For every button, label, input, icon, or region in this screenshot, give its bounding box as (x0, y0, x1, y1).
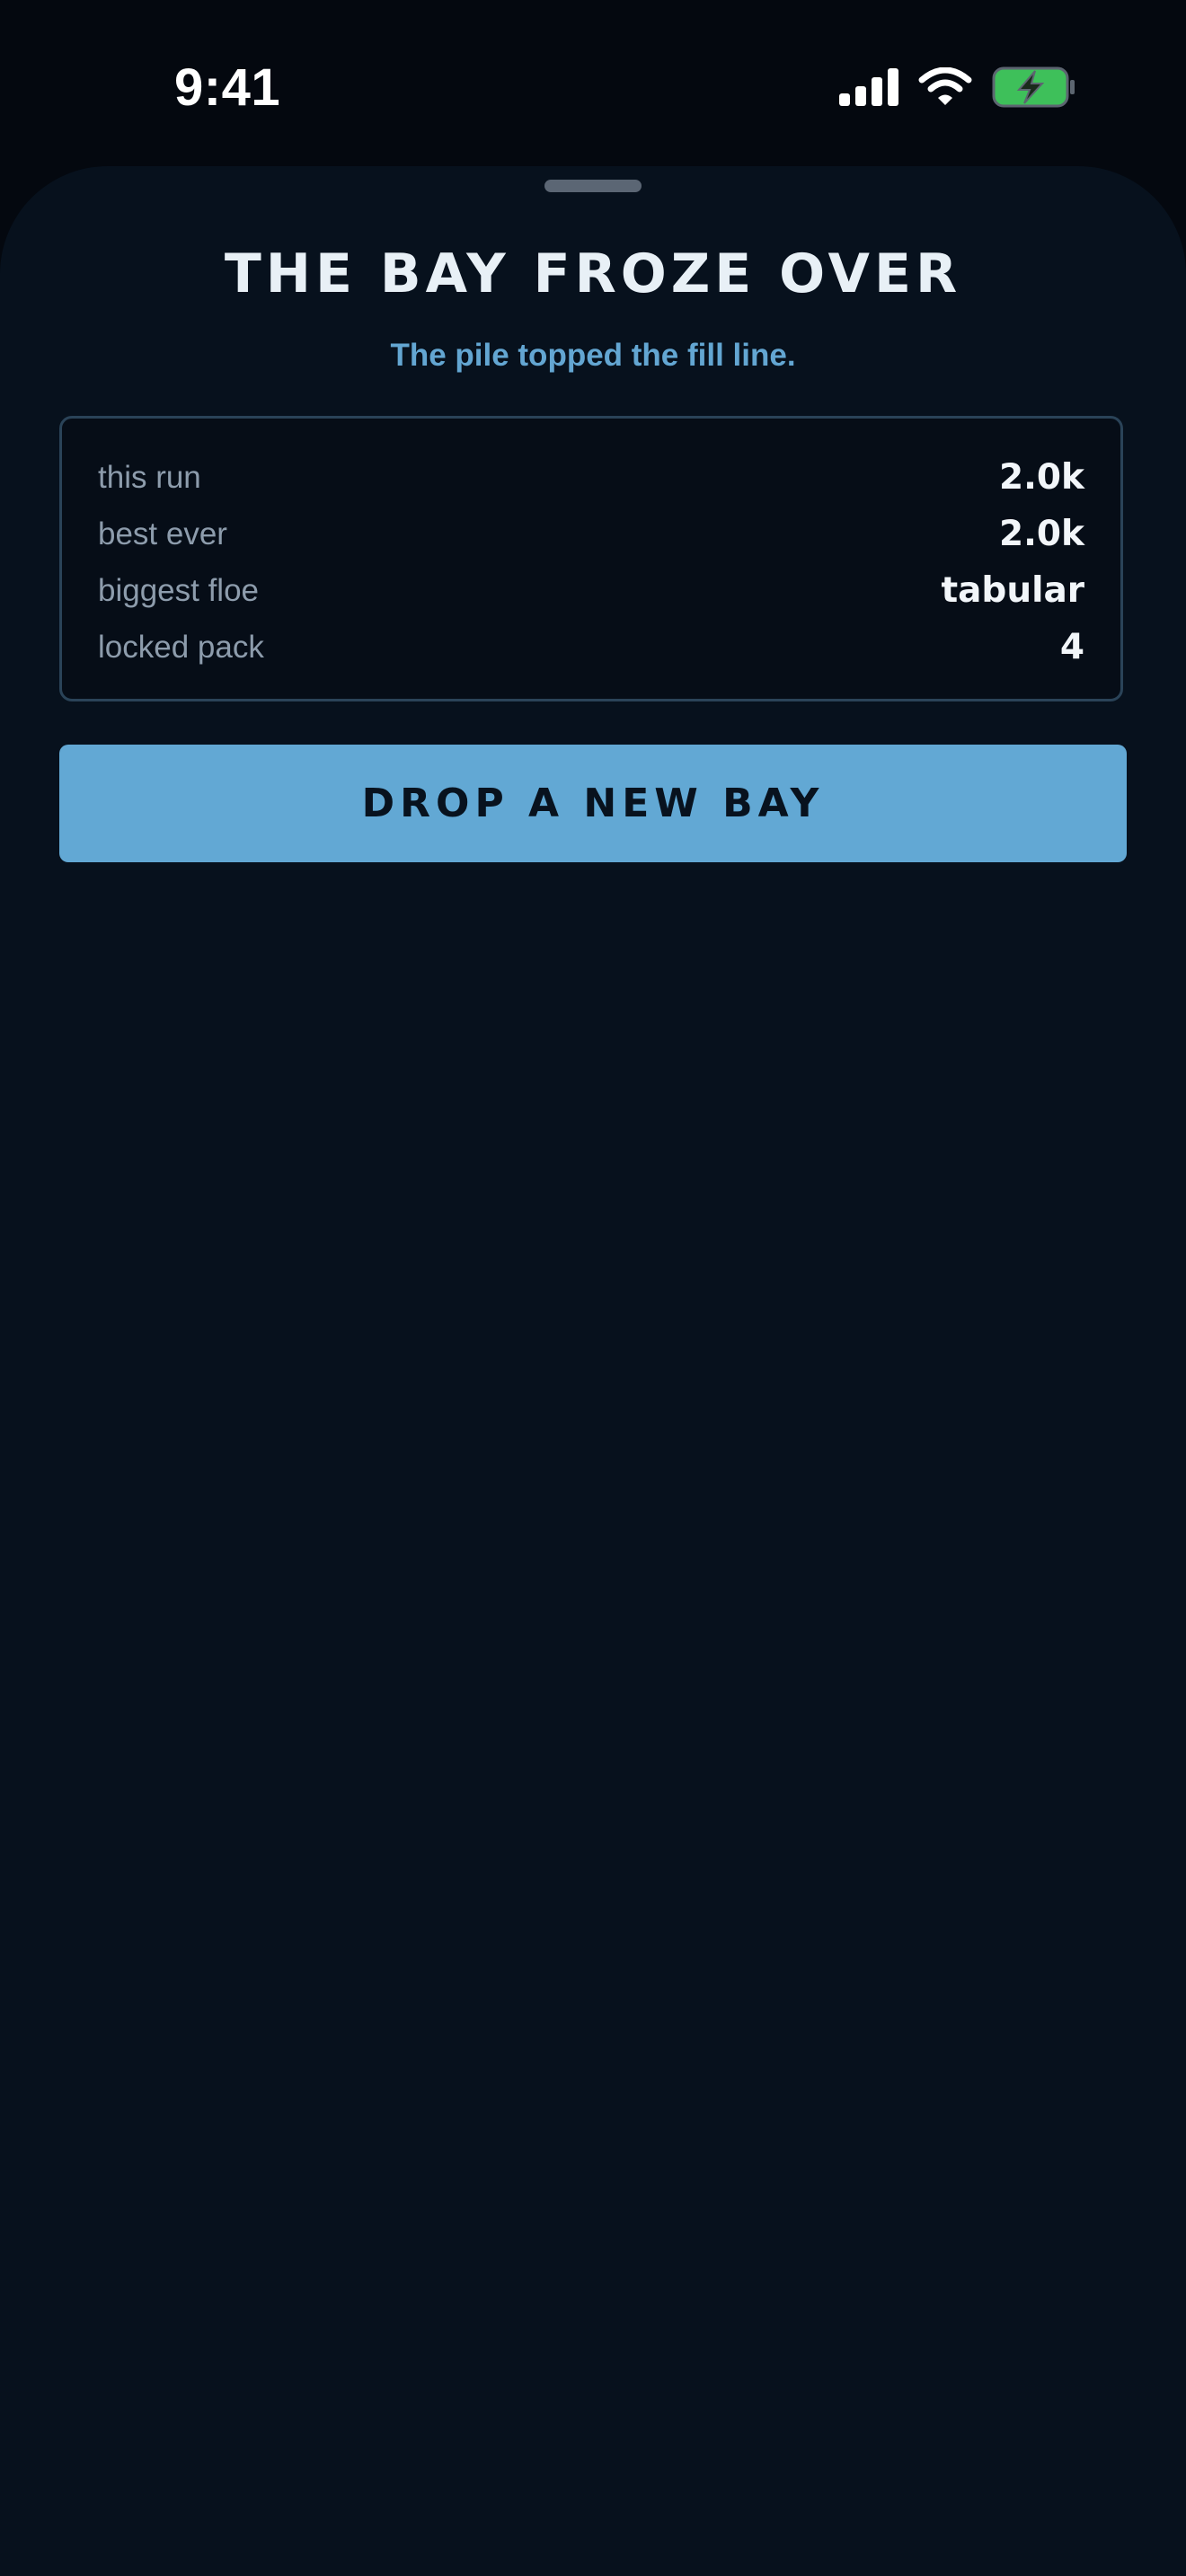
stat-row-locked-pack: locked pack 4 (98, 619, 1084, 675)
sheet-grabber[interactable] (544, 180, 642, 192)
status-time: 9:41 (174, 58, 281, 117)
stats-card: this run 2.0k best ever 2.0k biggest flo… (59, 416, 1123, 701)
status-bar: 9:41 (0, 0, 1186, 171)
stat-row-best-ever: best ever 2.0k (98, 506, 1084, 562)
battery-charging-icon (992, 66, 1075, 108)
wifi-icon (918, 67, 972, 105)
cellular-signal-icon (839, 68, 898, 106)
game-over-subtitle: The pile topped the fill line. (390, 338, 796, 373)
stat-row-biggest-floe: biggest floe tabular (98, 562, 1084, 619)
stat-label: this run (98, 459, 201, 495)
stat-value: 4 (1059, 627, 1084, 667)
game-over-sheet: THE BAY FROZE OVER The pile topped the f… (0, 166, 1186, 2576)
stat-label: biggest floe (98, 572, 260, 608)
stat-label: locked pack (98, 629, 264, 665)
stat-label: best ever (98, 516, 227, 551)
stat-value: tabular (941, 570, 1084, 611)
stat-value: 2.0k (998, 457, 1084, 498)
status-icons (839, 65, 1076, 110)
game-over-title: THE BAY FROZE OVER (224, 243, 962, 305)
stat-value: 2.0k (998, 514, 1084, 554)
drop-new-bay-button[interactable]: DROP A NEW BAY (59, 745, 1127, 862)
stat-row-this-run: this run 2.0k (98, 449, 1084, 506)
